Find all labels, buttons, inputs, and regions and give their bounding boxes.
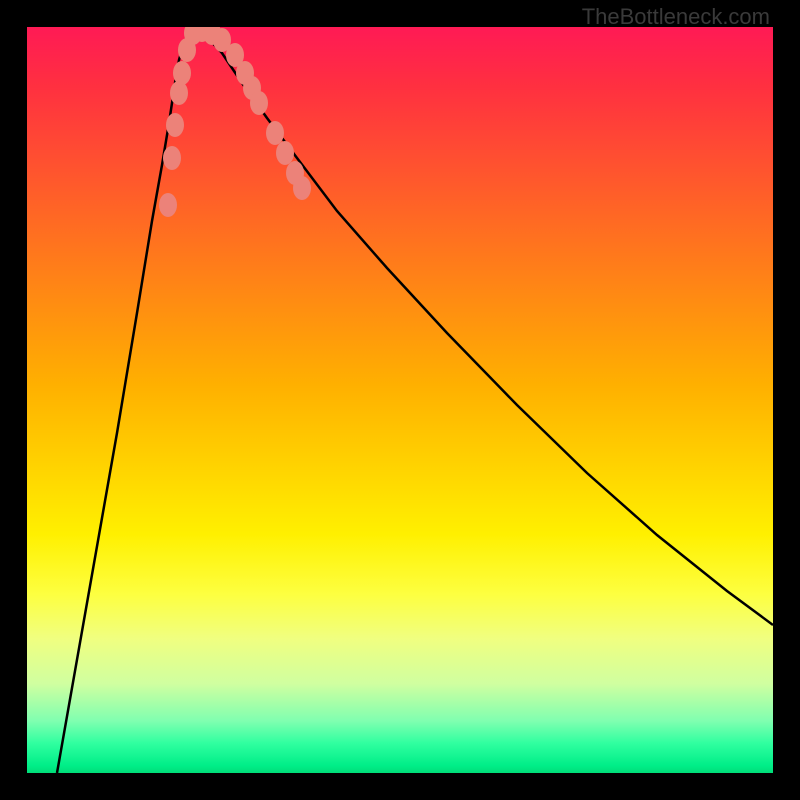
data-marker (293, 176, 311, 200)
right-curve (197, 29, 773, 625)
data-marker (250, 91, 268, 115)
data-marker (173, 61, 191, 85)
data-marker (159, 193, 177, 217)
left-curve (57, 29, 197, 773)
data-marker (266, 121, 284, 145)
data-markers (159, 27, 311, 217)
chart-container: TheBottleneck.com (0, 0, 800, 800)
data-marker (276, 141, 294, 165)
data-marker (170, 81, 188, 105)
data-marker (163, 146, 181, 170)
curves (57, 29, 773, 773)
data-marker (166, 113, 184, 137)
chart-svg (27, 27, 773, 773)
